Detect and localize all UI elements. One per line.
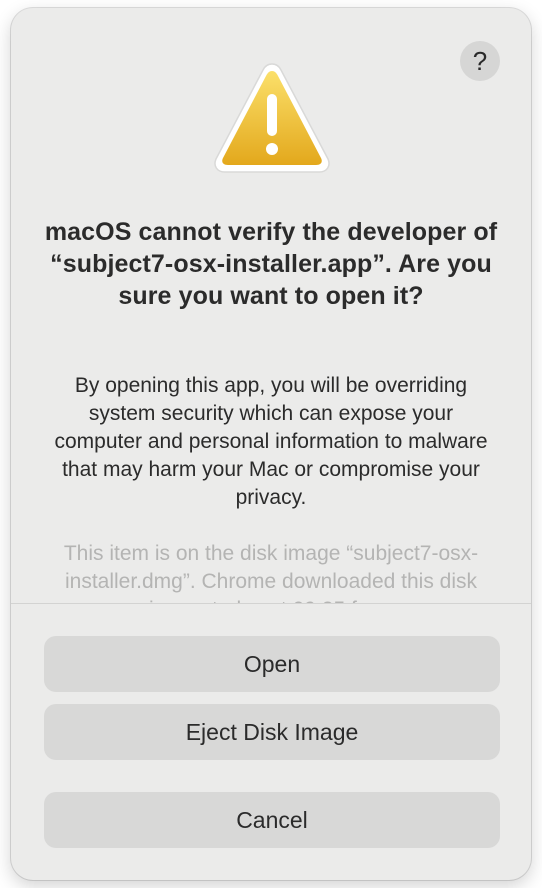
warning-triangle-icon	[214, 63, 330, 173]
open-button[interactable]: Open	[44, 636, 500, 692]
help-button[interactable]: ?	[460, 41, 500, 81]
cancel-button[interactable]: Cancel	[44, 792, 500, 848]
eject-disk-image-button[interactable]: Eject Disk Image	[44, 704, 500, 760]
divider	[11, 603, 531, 604]
dialog-message: By opening this app, you will be overrid…	[54, 374, 488, 509]
info-scroll-area[interactable]: This item is on the disk image “subject7…	[41, 540, 501, 604]
gatekeeper-alert-dialog: ? macOS cannot verify the developer of “…	[11, 8, 531, 880]
dialog-title: macOS cannot verify the developer of “su…	[44, 218, 498, 310]
disk-image-info-text: This item is on the disk image “subject7…	[63, 542, 479, 604]
